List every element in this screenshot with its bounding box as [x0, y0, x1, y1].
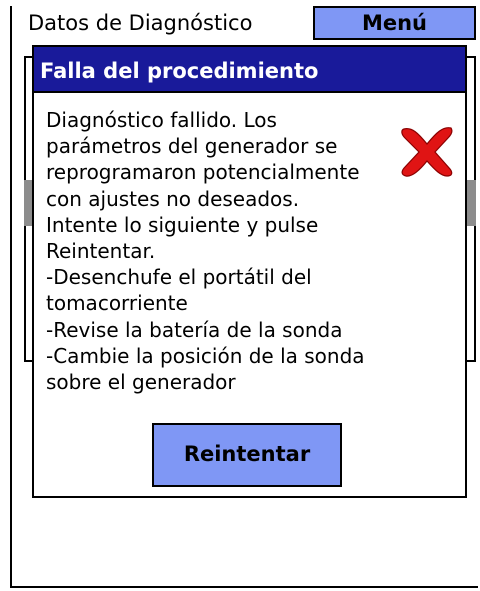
- error-x-icon: [401, 127, 453, 177]
- dialog-message: Diagnóstico fallido. Los parámetros del …: [46, 108, 365, 395]
- page-title: Datos de Diagnóstico: [12, 6, 312, 40]
- menu-button[interactable]: Menú: [313, 6, 476, 40]
- retry-button[interactable]: Reintentar: [152, 423, 342, 487]
- error-dialog: Falla del procedimiento Diagnóstico fall…: [32, 45, 467, 498]
- dialog-title: Falla del procedimiento: [34, 47, 465, 93]
